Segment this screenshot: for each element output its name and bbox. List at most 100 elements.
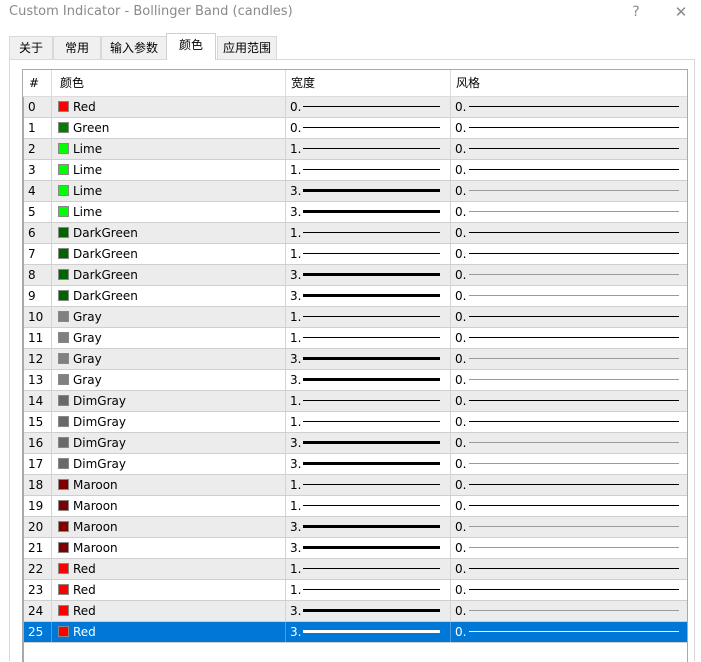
table-row[interactable]: 11 Gray 1. 0. <box>23 328 687 349</box>
color-swatch[interactable] <box>58 269 69 280</box>
table-row[interactable]: 9 DarkGreen 3. 0. <box>23 286 687 307</box>
width-value[interactable]: 1. <box>290 475 304 495</box>
style-line-preview[interactable] <box>469 505 679 506</box>
table-row[interactable]: 10 Gray 1. 0. <box>23 307 687 328</box>
style-line-preview[interactable] <box>469 337 679 338</box>
style-value[interactable]: 0. <box>455 307 469 327</box>
style-line-preview[interactable] <box>469 421 679 422</box>
width-value[interactable]: 1. <box>290 244 304 264</box>
width-line-preview[interactable] <box>303 525 440 528</box>
width-line-preview[interactable] <box>303 337 440 338</box>
style-value[interactable]: 0. <box>455 370 469 390</box>
width-line-preview[interactable] <box>303 505 440 506</box>
width-value[interactable]: 1. <box>290 580 304 600</box>
table-row[interactable]: 14 DimGray 1. 0. <box>23 391 687 412</box>
style-value[interactable]: 0. <box>455 475 469 495</box>
table-row[interactable]: 8 DarkGreen 3. 0. <box>23 265 687 286</box>
color-name-cell[interactable]: Lime <box>73 139 283 159</box>
style-value[interactable]: 0. <box>455 559 469 579</box>
style-value[interactable]: 0. <box>455 538 469 558</box>
color-swatch[interactable] <box>58 605 69 616</box>
width-value[interactable]: 1. <box>290 307 304 327</box>
color-swatch[interactable] <box>58 206 69 217</box>
width-line-preview[interactable] <box>303 462 440 465</box>
style-value[interactable]: 0. <box>455 118 469 138</box>
tab-colors[interactable]: 颜色 <box>166 33 216 60</box>
header-num[interactable]: # <box>29 70 39 96</box>
color-name-cell[interactable]: Red <box>73 97 283 117</box>
table-row[interactable]: 18 Maroon 1. 0. <box>23 475 687 496</box>
color-swatch[interactable] <box>58 542 69 553</box>
width-line-preview[interactable] <box>303 609 440 612</box>
color-name-cell[interactable]: Red <box>73 559 283 579</box>
color-swatch[interactable] <box>58 458 69 469</box>
color-name-cell[interactable]: Lime <box>73 160 283 180</box>
table-row[interactable]: 1 Green 0. 0. <box>23 118 687 139</box>
width-line-preview[interactable] <box>303 253 440 254</box>
color-name-cell[interactable]: DimGray <box>73 433 283 453</box>
color-swatch[interactable] <box>58 437 69 448</box>
table-row[interactable]: 4 Lime 3. 0. <box>23 181 687 202</box>
width-line-preview[interactable] <box>303 127 440 128</box>
color-swatch[interactable] <box>58 143 69 154</box>
style-value[interactable]: 0. <box>455 601 469 621</box>
color-name-cell[interactable]: Red <box>73 601 283 621</box>
style-value[interactable]: 0. <box>455 160 469 180</box>
style-line-preview[interactable] <box>469 379 679 380</box>
color-name-cell[interactable]: Gray <box>73 370 283 390</box>
color-name-cell[interactable]: Maroon <box>73 517 283 537</box>
table-row[interactable]: 0 Red 0. 0. <box>23 97 687 118</box>
table-row[interactable]: 6 DarkGreen 1. 0. <box>23 223 687 244</box>
width-value[interactable]: 3. <box>290 349 304 369</box>
color-name-cell[interactable]: Gray <box>73 349 283 369</box>
table-row[interactable]: 2 Lime 1. 0. <box>23 139 687 160</box>
table-row[interactable]: 17 DimGray 3. 0. <box>23 454 687 475</box>
style-line-preview[interactable] <box>469 610 679 611</box>
style-value[interactable]: 0. <box>455 202 469 222</box>
width-line-preview[interactable] <box>303 273 440 276</box>
style-line-preview[interactable] <box>469 316 679 317</box>
color-name-cell[interactable]: Lime <box>73 202 283 222</box>
style-value[interactable]: 0. <box>455 286 469 306</box>
table-row[interactable]: 20 Maroon 3. 0. <box>23 517 687 538</box>
tab-about[interactable]: 关于 <box>9 36 53 59</box>
color-swatch[interactable] <box>58 626 69 637</box>
table-row[interactable]: 13 Gray 3. 0. <box>23 370 687 391</box>
style-value[interactable]: 0. <box>455 496 469 516</box>
style-line-preview[interactable] <box>469 442 679 443</box>
width-value[interactable]: 3. <box>290 433 304 453</box>
table-row[interactable]: 3 Lime 1. 0. <box>23 160 687 181</box>
width-line-preview[interactable] <box>303 441 440 444</box>
style-value[interactable]: 0. <box>455 244 469 264</box>
header-width[interactable]: 宽度 <box>291 70 315 96</box>
style-line-preview[interactable] <box>469 148 679 149</box>
style-value[interactable]: 0. <box>455 412 469 432</box>
color-swatch[interactable] <box>58 122 69 133</box>
color-name-cell[interactable]: Green <box>73 118 283 138</box>
style-line-preview[interactable] <box>469 169 679 170</box>
color-name-cell[interactable]: Maroon <box>73 496 283 516</box>
width-line-preview[interactable] <box>303 189 440 192</box>
color-name-cell[interactable]: Red <box>73 580 283 600</box>
help-button[interactable]: ? <box>626 2 646 22</box>
color-swatch[interactable] <box>58 164 69 175</box>
style-value[interactable]: 0. <box>455 139 469 159</box>
style-line-preview[interactable] <box>469 358 679 359</box>
width-value[interactable]: 3. <box>290 181 304 201</box>
width-line-preview[interactable] <box>303 568 440 569</box>
color-name-cell[interactable]: Maroon <box>73 538 283 558</box>
width-value[interactable]: 3. <box>290 286 304 306</box>
style-line-preview[interactable] <box>469 106 679 107</box>
width-line-preview[interactable] <box>303 148 440 149</box>
width-value[interactable]: 3. <box>290 454 304 474</box>
style-value[interactable]: 0. <box>455 391 469 411</box>
style-value[interactable]: 0. <box>455 97 469 117</box>
table-row[interactable]: 15 DimGray 1. 0. <box>23 412 687 433</box>
style-line-preview[interactable] <box>469 190 679 191</box>
width-value[interactable]: 1. <box>290 496 304 516</box>
color-name-cell[interactable]: Gray <box>73 307 283 327</box>
style-line-preview[interactable] <box>469 589 679 590</box>
width-value[interactable]: 0. <box>290 118 304 138</box>
close-button[interactable]: ✕ <box>670 2 692 22</box>
style-line-preview[interactable] <box>469 295 679 296</box>
